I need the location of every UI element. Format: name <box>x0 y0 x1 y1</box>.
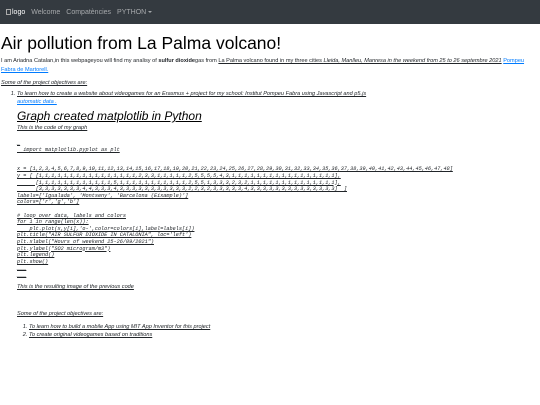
code-line: [3,3,3,3,3,3,3,4,4,3,3,3,4,3,3,3,3,3,3,3… <box>35 186 347 193</box>
navbar: logo Welcome Compatències PYTHON <box>0 0 540 24</box>
code-line: ___ <box>17 271 27 278</box>
intro-text-1: I am Ariadna Catalan,in this webpageyou … <box>1 58 159 64</box>
result-caption: This is the resulting image of the previ… <box>17 284 134 291</box>
code-line: _ <box>17 140 21 146</box>
code-line: [1,1,1,1,1,1,1,1,1,1,1,1,5,1,1,1,1,1,1,1… <box>35 179 341 186</box>
code-line: ___ <box>17 265 27 272</box>
code-line: y = [ [1,1,1,1,1,1,1,1,1,1,1,1,1,1,1,1,2… <box>17 172 341 179</box>
nav-competencies[interactable]: Compatències <box>66 9 111 16</box>
section-title: Graph created matplotlib in Python <box>17 109 202 123</box>
code-line: import matplotlib.pyplot as plt <box>23 146 120 153</box>
code-line: plt.legend() <box>17 252 55 259</box>
nav-python-dropdown[interactable]: PYTHON <box>117 9 152 16</box>
intro-cities: Lleida, Manlleu, Manresa in the weekend … <box>323 58 502 64</box>
intro-underlined: La Palma volcano found in my three citie… <box>218 58 324 64</box>
code-line: plt.title("AIR SULFUR DIOXIDE IN CATALON… <box>17 232 192 239</box>
code-line: labels=['Igualada', 'Montseny', 'Barcelo… <box>17 192 189 199</box>
automatic-data-link[interactable]: automatic data . <box>17 99 57 105</box>
objective-text: To learn how to create a website about v… <box>17 91 367 97</box>
page-title: Air pollution from La Palma volcano! <box>1 33 282 53</box>
objective-item: To learn how to create a website about v… <box>17 90 537 291</box>
objectives-list: To learn how to create a website about v… <box>1 90 537 291</box>
intro-bold: sulfur dioxide <box>158 58 196 64</box>
code-line: plt.ylabel("SO2 microgram/m3") <box>17 245 111 252</box>
code-line: plt.show() <box>17 258 49 265</box>
code-line: x = [1,2,3,4,5,6,7,8,9,10,11,12,13,14,15… <box>17 166 453 173</box>
logo-alt-text: logo <box>12 8 26 16</box>
intro-paragraph: I am Ariadna Catalan,in this webpageyou … <box>1 57 537 74</box>
code-intro: This is the code of my graph <box>17 125 88 131</box>
code-line: # loop over data, labels and colors <box>17 212 126 219</box>
objectives-title-2: Some of the project objectives are: <box>17 311 104 318</box>
code-line: plt.plot(x,y[i],'o-',color=colors[i],lab… <box>29 225 195 232</box>
code-block: _ import matplotlib.pyplot as plt x = [1… <box>17 140 537 278</box>
main-content: Air pollution from La Palma volcano! I a… <box>1 24 537 339</box>
objective-2-item: To learn how to build a mobile App using… <box>29 323 537 331</box>
nav-welcome[interactable]: Welcome <box>31 9 60 16</box>
objective-2-item: To create original videogames based on t… <box>29 331 537 339</box>
broken-image-icon <box>6 9 11 15</box>
intro-text-2: gas from <box>195 58 219 64</box>
objectives-title: Some of the project objectives are: <box>1 80 88 86</box>
code-line: for i in range(len(x)): <box>17 219 89 226</box>
logo[interactable]: logo <box>6 9 25 16</box>
objectives-list-2: To learn how to build a mobile App using… <box>17 323 537 339</box>
code-line: colors=['r','g','b'] <box>17 199 80 206</box>
code-line: plt.xlabel("Hours of weekend 25-26/09/20… <box>17 238 154 245</box>
